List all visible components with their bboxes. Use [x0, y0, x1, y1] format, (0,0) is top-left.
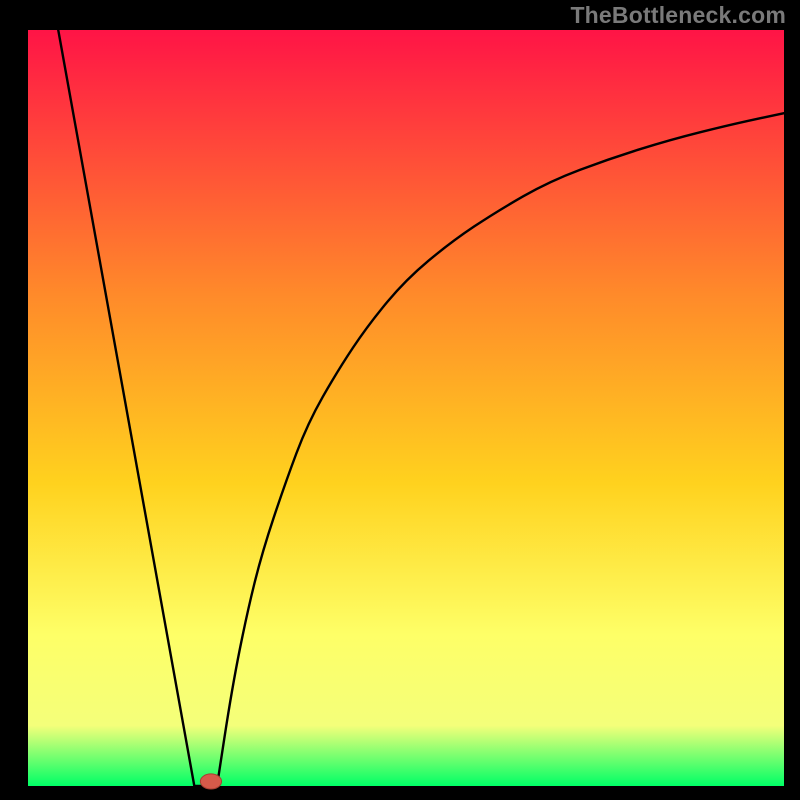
chart-frame: TheBottleneck.com — [0, 0, 800, 800]
watermark-text: TheBottleneck.com — [570, 2, 786, 29]
gradient-background — [28, 30, 784, 786]
sweet-spot-marker — [200, 774, 221, 789]
bottleneck-chart — [0, 0, 800, 800]
